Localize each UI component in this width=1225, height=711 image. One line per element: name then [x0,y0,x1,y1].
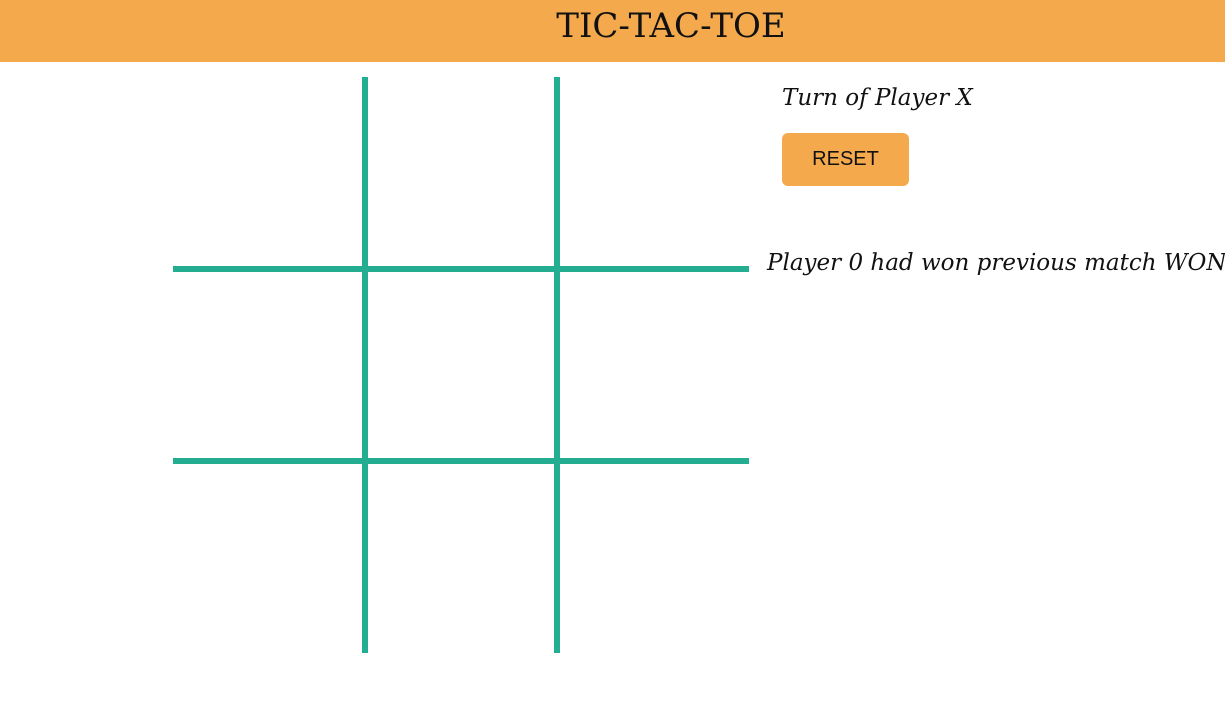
grid-line-vertical-1 [362,77,368,653]
page-title: TIC-TAC-TOE [556,6,786,46]
reset-button[interactable]: RESET [782,133,909,186]
board-cell-9[interactable] [557,461,749,653]
grid-line-vertical-2 [554,77,560,653]
board-cell-5[interactable] [365,269,557,461]
game-board [173,77,749,653]
board-cell-2[interactable] [365,77,557,269]
board-cell-1[interactable] [173,77,365,269]
board-cell-3[interactable] [557,77,749,269]
game-info: Turn of Player X [782,80,973,116]
status-message: Player 0 had won previous match WON [767,250,1225,276]
board-cell-7[interactable] [173,461,365,653]
grid-line-horizontal-2 [173,458,749,464]
turn-indicator: Turn of Player X [782,85,973,111]
board-cell-8[interactable] [365,461,557,653]
app-header: TIC-TAC-TOE [0,0,1225,62]
board-cell-4[interactable] [173,269,365,461]
board-cell-6[interactable] [557,269,749,461]
grid-line-horizontal-1 [173,266,749,272]
